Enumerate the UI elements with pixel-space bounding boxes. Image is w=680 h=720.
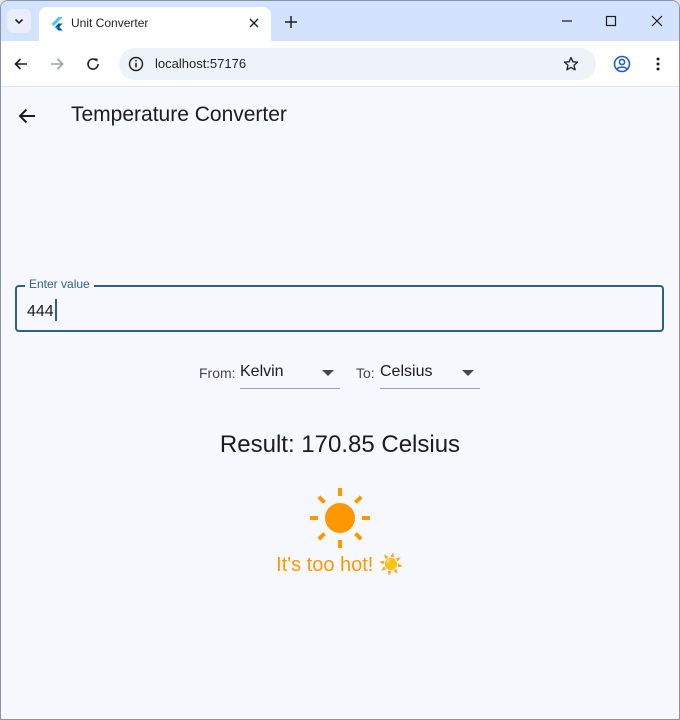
bookmark-button[interactable] (560, 53, 582, 75)
minimize-button[interactable] (555, 9, 579, 33)
url-text: localhost:57176 (155, 56, 247, 71)
sun-icon (310, 488, 370, 548)
browser-menu-button[interactable] (646, 52, 670, 76)
browser-tab[interactable]: Unit Converter (39, 7, 271, 41)
flutter-icon (51, 17, 63, 31)
info-icon (128, 56, 144, 72)
plus-icon (285, 16, 297, 28)
app-back-button[interactable] (15, 104, 39, 128)
star-icon (563, 56, 579, 71)
to-unit-dropdown[interactable]: Celsius (380, 359, 480, 389)
value-input-label: Enter value (25, 277, 94, 291)
tab-close-button[interactable] (245, 14, 263, 32)
reload-icon (87, 58, 99, 70)
back-button[interactable] (9, 52, 33, 76)
value-input-content: 444 (27, 299, 57, 321)
more-vertical-icon (656, 57, 660, 71)
to-unit-value: Celsius (380, 363, 433, 380)
arrow-left-icon (18, 108, 35, 124)
maximize-icon (605, 15, 617, 27)
from-unit-value: Kelvin (240, 363, 284, 380)
forward-button[interactable] (45, 52, 69, 76)
page-title: Temperature Converter (71, 103, 287, 126)
new-tab-button[interactable] (280, 11, 302, 33)
result-text: Result: 170.85 Celsius (219, 431, 461, 458)
arrow-right-icon (51, 58, 64, 70)
account-icon (613, 55, 631, 73)
dropdown-arrow-icon (462, 370, 474, 376)
value-input-text: 444 (27, 303, 54, 320)
reload-button[interactable] (81, 52, 105, 76)
close-icon (249, 18, 259, 28)
window-close-button[interactable] (645, 9, 669, 33)
app-content: Temperature Converter Enter value 444 Fr… (1, 88, 679, 719)
value-input[interactable]: Enter value 444 (15, 277, 664, 332)
site-info-button[interactable] (125, 53, 147, 75)
tab-strip: Unit Converter (1, 1, 679, 41)
address-bar[interactable]: localhost:57176 (119, 48, 596, 80)
tab-title: Unit Converter (71, 16, 149, 30)
browser-window: Unit Converter localhost:57176 Temperatu… (0, 0, 680, 720)
browser-toolbar: localhost:57176 (1, 41, 679, 87)
tab-search-button[interactable] (7, 9, 31, 33)
dropdown-arrow-icon (322, 370, 334, 376)
temperature-status-message: It's too hot! ☀️ (276, 554, 404, 576)
chevron-down-icon (14, 18, 24, 25)
minimize-icon (562, 20, 572, 22)
to-label: To: (356, 365, 375, 381)
from-unit-dropdown[interactable]: Kelvin (240, 359, 340, 389)
text-caret (54, 299, 57, 321)
maximize-button[interactable] (599, 9, 623, 33)
profile-button[interactable] (610, 52, 634, 76)
from-label: From: (199, 365, 236, 381)
arrow-left-icon (14, 58, 27, 70)
close-icon (651, 15, 663, 27)
